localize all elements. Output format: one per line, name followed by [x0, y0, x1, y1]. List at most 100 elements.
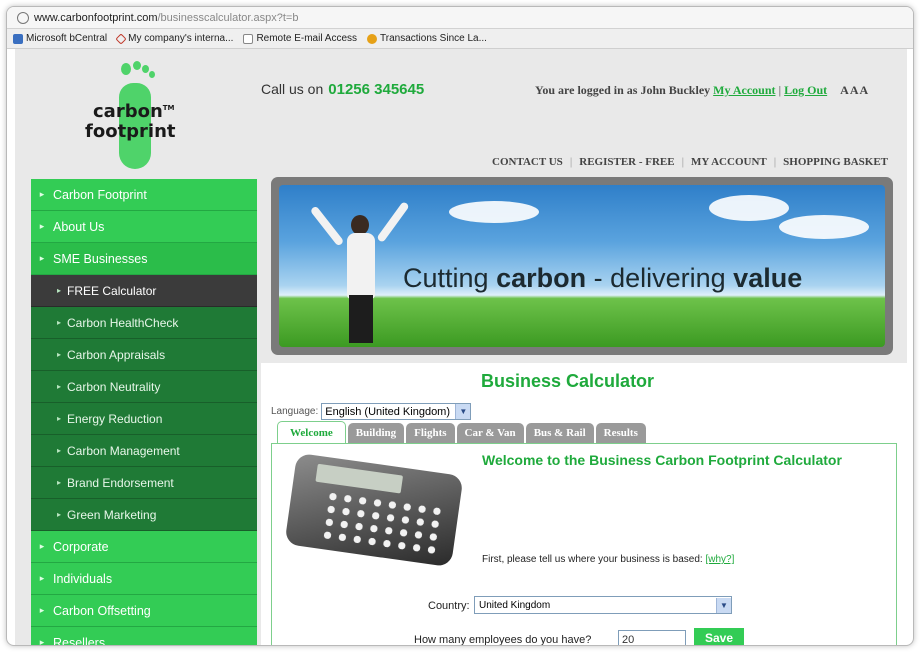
nav-my-account[interactable]: MY ACCOUNT [684, 156, 774, 168]
cloud [709, 195, 789, 221]
chevron-right-icon: ▸ [57, 414, 62, 423]
url-path: /businesscalculator.aspx?t=b [157, 11, 299, 24]
why-link[interactable]: [why?] [705, 554, 734, 565]
country-select[interactable]: United Kingdom ▼ [474, 596, 732, 614]
sidebar-item-carbon-footprint[interactable]: ▸ Carbon Footprint [31, 179, 257, 211]
save-button[interactable]: Save [694, 628, 744, 645]
favorite-remote-email[interactable]: Remote E-mail Access [243, 33, 357, 44]
person-arm [309, 205, 345, 247]
location-prompt: First, please tell us where your busines… [482, 554, 735, 565]
nav-shopping-basket[interactable]: SHOPPING BASKET [776, 156, 895, 168]
chevron-right-icon: ▸ [39, 189, 45, 199]
language-selector: Language: English (United Kingdom) ▼ [271, 403, 472, 420]
chevron-right-icon: ▸ [57, 446, 62, 455]
top-navigation: CONTACT US | REGISTER - FREE | MY ACCOUNT |… [485, 156, 895, 168]
calculator-tabs: Welcome Building Flights Car & Van Bus &… [277, 421, 646, 443]
sidebar-subitem-carbon-management[interactable]: ▸ Carbon Management [31, 435, 257, 467]
sidebar-item-resellers[interactable]: ▸ Resellers [31, 627, 257, 646]
tab-results[interactable]: Results [595, 423, 646, 443]
logo-text-carbon: carbonTM [93, 101, 175, 122]
banner-image: Cutting carbon - delivering value [279, 185, 885, 347]
country-label: Country: [428, 600, 470, 612]
chevron-right-icon: ▸ [39, 541, 45, 551]
page-title: Business Calculator [481, 371, 655, 391]
favorites-bar: Microsoft bCentral My company's interna.… [7, 29, 913, 49]
sidebar-subitem-energy-reduction[interactable]: ▸ Energy Reduction [31, 403, 257, 435]
favorite-transactions[interactable]: Transactions Since La... [367, 33, 487, 44]
person-head [351, 215, 369, 235]
employees-input[interactable]: 20 [618, 630, 686, 645]
logo-text-footprint: footprint [85, 121, 176, 142]
chevron-right-icon: ▸ [39, 253, 45, 263]
favorite-bcentral[interactable]: Microsoft bCentral [13, 33, 107, 44]
sidebar-subitem-carbon-healthcheck[interactable]: ▸ Carbon HealthCheck [31, 307, 257, 339]
hero-banner: Cutting carbon - delivering value [271, 177, 893, 355]
sidebar-item-sme-businesses[interactable]: ▸ SME Businesses [31, 243, 257, 275]
chevron-right-icon: ▸ [57, 382, 62, 391]
logout-link[interactable]: Log Out [784, 83, 827, 97]
logo[interactable]: carbonTM footprint [79, 59, 189, 171]
sidebar-item-individuals[interactable]: ▸ Individuals [31, 563, 257, 595]
document-icon [243, 33, 254, 44]
calculator-section: Business Calculator Language: English (U… [261, 363, 907, 646]
calculator-keys [319, 489, 446, 558]
calculator-image [280, 452, 464, 568]
chevron-right-icon: ▸ [57, 350, 62, 359]
sidebar-item-about-us[interactable]: ▸ About Us [31, 211, 257, 243]
footprint-toe [142, 65, 149, 73]
calculator-icon [284, 452, 464, 568]
chevron-right-icon: ▸ [57, 318, 62, 327]
sidebar-menu: ▸ Carbon Footprint ▸ About Us ▸ SME Busines… [31, 179, 257, 646]
welcome-heading: Welcome to the Business Carbon Footprint… [482, 452, 842, 468]
bcentral-icon [13, 33, 23, 44]
url-host: www.carbonfootprint.com [34, 11, 158, 24]
cloud [449, 201, 539, 223]
address-bar[interactable]: www.carbonfootprint.com/businesscalculat… [7, 7, 913, 29]
cloud [779, 215, 869, 239]
page-icon [17, 11, 29, 24]
chevron-right-icon: ▸ [39, 605, 45, 615]
chevron-right-icon: ▸ [39, 573, 45, 583]
chevron-right-icon: ▸ [57, 478, 62, 487]
sidebar-subitem-free-calculator[interactable]: ▸ FREE Calculator [31, 275, 257, 307]
chevron-down-icon: ▼ [455, 404, 471, 419]
login-text: You are logged in as John Buckley [535, 83, 711, 97]
favorite-company[interactable]: My company's interna... [115, 32, 233, 45]
banner-slogan: Cutting carbon - delivering value [403, 263, 803, 293]
tab-welcome[interactable]: Welcome [277, 421, 346, 443]
text-size-control[interactable]: AAA [840, 83, 869, 97]
sidebar-item-corporate[interactable]: ▸ Corporate [31, 531, 257, 563]
chevron-down-icon: ▼ [716, 597, 731, 613]
footprint-toe [121, 63, 131, 75]
transactions-icon [367, 33, 378, 44]
person-legs [349, 295, 373, 343]
footprint-toe [149, 71, 155, 78]
sidebar-subitem-carbon-appraisals[interactable]: ▸ Carbon Appraisals [31, 339, 257, 371]
sidebar-subitem-green-marketing[interactable]: ▸ Green Marketing [31, 499, 257, 531]
person-arm [376, 201, 410, 243]
chevron-right-icon: ▸ [39, 221, 45, 231]
sidebar-item-carbon-offsetting[interactable]: ▸ Carbon Offsetting [31, 595, 257, 627]
sidebar-subitem-carbon-neutrality[interactable]: ▸ Carbon Neutrality [31, 371, 257, 403]
person-body [347, 233, 375, 299]
tab-flights[interactable]: Flights [406, 423, 455, 443]
my-account-link[interactable]: My Account [713, 83, 775, 97]
nav-register[interactable]: REGISTER - FREE [572, 156, 681, 168]
diamond-icon [115, 32, 127, 45]
nav-contact-us[interactable]: CONTACT US [485, 156, 570, 168]
chevron-right-icon: ▸ [57, 286, 62, 295]
welcome-panel: Welcome to the Business Carbon Footprint… [271, 443, 897, 646]
login-status: You are logged in as John Buckley My Acc… [535, 83, 870, 97]
tab-car-van[interactable]: Car & Van [456, 423, 524, 443]
chevron-right-icon: ▸ [57, 510, 62, 519]
phone-line: Call us on 01256 345645 [261, 81, 425, 98]
employees-label: How many employees do you have? [414, 634, 592, 646]
sidebar-subitem-brand-endorsement[interactable]: ▸ Brand Endorsement [31, 467, 257, 499]
footprint-toe [133, 61, 141, 70]
language-select[interactable]: English (United Kingdom) ▼ [321, 403, 472, 420]
chevron-right-icon: ▸ [39, 637, 45, 646]
phone-number: 01256 345645 [328, 81, 425, 98]
browser-window: www.carbonfootprint.com/businesscalculat… [6, 6, 914, 646]
tab-bus-rail[interactable]: Bus & Rail [525, 423, 594, 443]
tab-building[interactable]: Building [347, 423, 405, 443]
